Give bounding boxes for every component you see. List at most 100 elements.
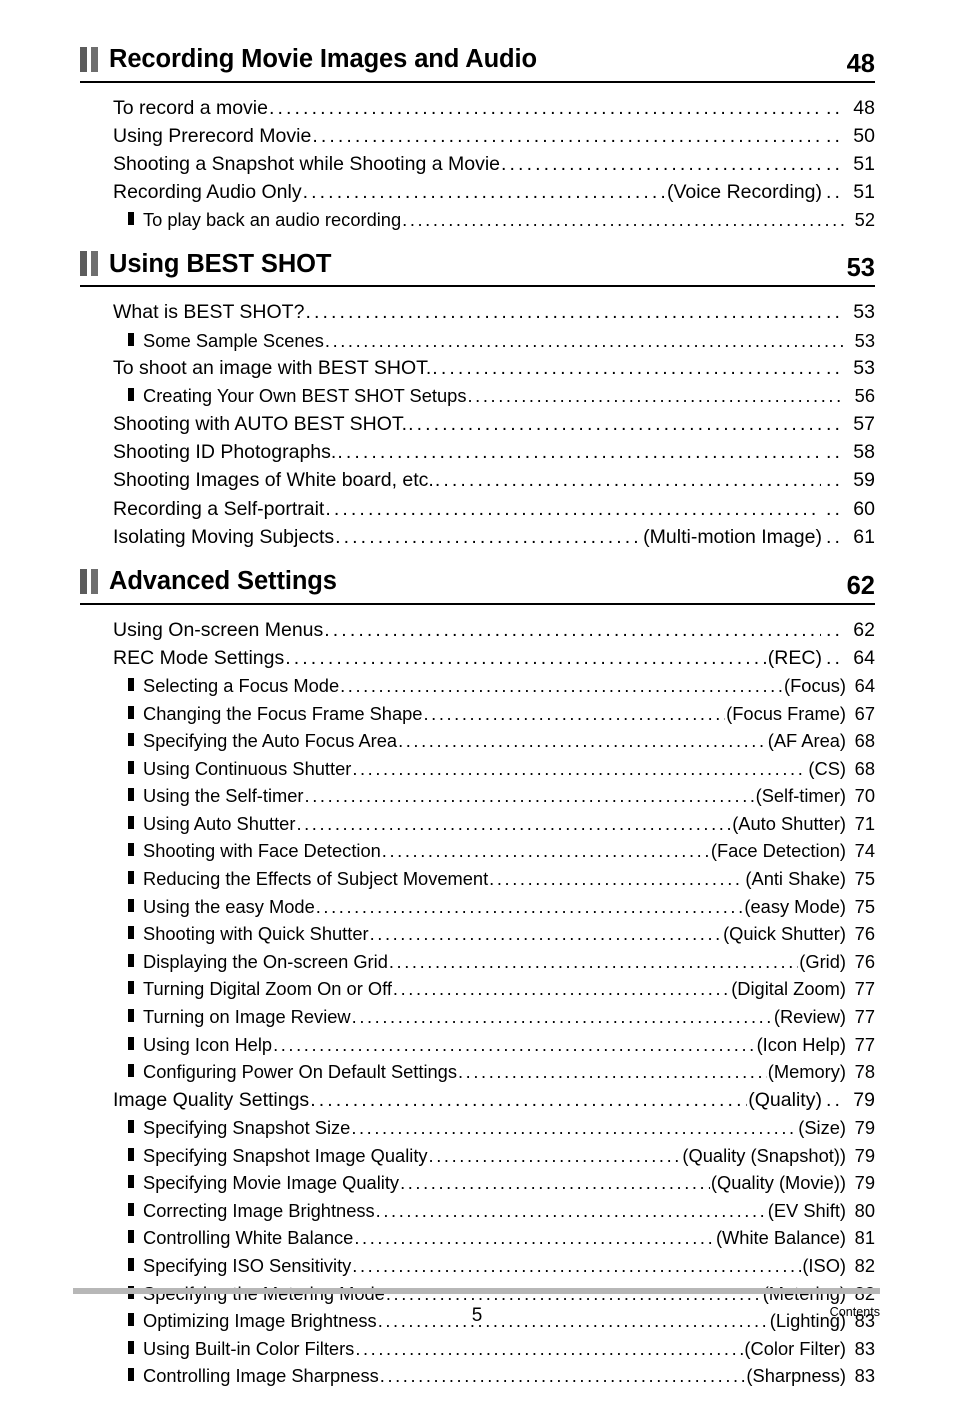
toc-entry[interactable]: Shooting with Quick Shutter.............… — [80, 920, 875, 948]
toc-entry[interactable]: Specifying Movie Image Quality..........… — [80, 1169, 875, 1197]
toc-entry-page: 83 — [854, 1365, 875, 1387]
toc-entry[interactable]: Using Prerecord Movie...................… — [80, 122, 875, 150]
toc-entry-page: 70 — [854, 785, 875, 807]
toc-entry[interactable]: What is BEST SHOT?......................… — [80, 298, 875, 326]
toc-entry-label: Changing the Focus Frame Shape — [143, 702, 423, 724]
toc-entry[interactable]: Displaying the On-screen Grid...........… — [80, 948, 875, 976]
toc-entry-qualifier: (AF Area) — [767, 730, 846, 752]
bullet-icon — [128, 388, 134, 402]
leader-tail: .. — [825, 413, 843, 435]
toc-entry-page: 79 — [854, 1117, 875, 1139]
toc-entry-label: Turning on Image Review — [143, 1006, 351, 1028]
toc-entry[interactable]: Controlling Image Sharpness.............… — [80, 1362, 875, 1390]
toc-entry-list: To record a movie.......................… — [80, 94, 875, 234]
dot-leader: ........................................… — [434, 469, 821, 492]
toc-entry-page: 81 — [854, 1227, 875, 1249]
dot-leader: ........................................… — [302, 181, 666, 204]
toc-entry[interactable]: Shooting with Face Detection............… — [80, 837, 875, 865]
toc-entry-label: To shoot an image with BEST SHOT. — [113, 357, 432, 380]
toc-entry[interactable]: To record a movie.......................… — [80, 94, 875, 122]
toc-entry-label: REC Mode Settings — [113, 646, 285, 669]
toc-entry-page: 53 — [854, 329, 875, 351]
toc-entry[interactable]: Using On-screen Menus...................… — [80, 616, 875, 644]
toc-entry-qualifier: (Voice Recording) — [666, 181, 822, 204]
toc-entry[interactable]: Correcting Image Brightness.............… — [80, 1197, 875, 1225]
toc-entry-label: Specifying ISO Sensitivity — [143, 1255, 352, 1276]
toc-entry[interactable]: Turning on Image Review.................… — [80, 1003, 875, 1031]
toc-entry[interactable]: Shooting Images of White board, etc.....… — [80, 466, 875, 494]
toc-entry[interactable]: Turning Digital Zoom On or Off..........… — [80, 975, 875, 1003]
toc-entry[interactable]: Recording Audio Only....................… — [80, 178, 875, 206]
toc-entry[interactable]: To shoot an image with BEST SHOT........… — [80, 354, 875, 382]
toc-entry-label: Controlling Image Sharpness — [143, 1365, 379, 1387]
toc-entry[interactable]: Controlling White Balance...............… — [80, 1224, 875, 1252]
toc-entry-qualifier: (CS) — [808, 757, 846, 779]
toc-entry[interactable]: Using Continuous Shutter................… — [80, 755, 875, 783]
dot-leader: ........................................… — [458, 1061, 767, 1083]
toc-entry-list: Using On-screen Menus...................… — [80, 616, 875, 1390]
toc-entry[interactable]: Specifying ISO Sensitivity..............… — [80, 1252, 875, 1280]
leader-tail: .. — [825, 181, 843, 204]
toc-entry[interactable]: Creating Your Own BEST SHOT Setups......… — [80, 382, 875, 410]
toc-entry-qualifier: (Focus Frame) — [726, 702, 846, 724]
toc-entry[interactable]: Specifying the Auto Focus Area..........… — [80, 727, 875, 755]
toc-entry-page: 75 — [854, 868, 875, 890]
toc-entry[interactable]: REC Mode Settings.......................… — [80, 644, 875, 672]
toc-section: Using BEST SHOT 53 What is BEST SHOT?.....… — [80, 249, 875, 551]
toc-entry[interactable]: Isolating Moving Subjects...............… — [80, 523, 875, 551]
toc-entry-page: 56 — [854, 385, 875, 407]
toc-entry[interactable]: Using the easy Mode.....................… — [80, 893, 875, 921]
dot-leader: ........................................… — [379, 1365, 746, 1387]
toc-entry-label: Recording Audio Only — [113, 181, 302, 204]
section-page-number: 48 — [846, 49, 875, 78]
toc-entry[interactable]: To play back an audio recording.........… — [80, 206, 875, 234]
toc-entry[interactable]: Some Sample Scenes......................… — [80, 327, 875, 355]
toc-entry-page: 59 — [853, 469, 875, 492]
bullet-icon — [128, 788, 134, 802]
dot-leader: ........................................… — [325, 497, 821, 520]
toc-entry-page: 61 — [853, 525, 875, 548]
toc-entry-page: 76 — [854, 950, 875, 972]
section-heading[interactable]: Advanced Settings 62 — [80, 566, 875, 603]
toc-entry-qualifier: (Color Filter) — [744, 1337, 846, 1359]
toc-entry-qualifier: (Memory) — [767, 1061, 846, 1083]
toc-entry-page: 79 — [854, 1144, 875, 1166]
dot-leader: ........................................… — [392, 978, 731, 1000]
toc-entry-label: Using Icon Help — [143, 1033, 273, 1055]
toc-entry[interactable]: Shooting a Snapshot while Shooting a Mov… — [80, 150, 875, 178]
section-title: Using BEST SHOT — [109, 249, 332, 278]
dot-leader: ........................................… — [352, 757, 807, 779]
toc-entry[interactable]: Changing the Focus Frame Shape..........… — [80, 700, 875, 728]
dot-leader: ........................................… — [304, 785, 755, 807]
section-heading[interactable]: Recording Movie Images and Audio 48 — [80, 44, 875, 81]
leader-tail: .. — [825, 357, 843, 380]
toc-entry[interactable]: Using Built-in Color Filters............… — [80, 1335, 875, 1363]
toc-entry[interactable]: Specifying Snapshot Size................… — [80, 1114, 875, 1142]
toc-entry[interactable]: Using Auto Shutter......................… — [80, 810, 875, 838]
section-heading[interactable]: Using BEST SHOT 53 — [80, 249, 875, 286]
toc-entry-qualifier: (Icon Help) — [756, 1033, 846, 1055]
footer-page-number: 5 — [471, 1305, 483, 1326]
toc-entry-qualifier: (Quality (Movie)) — [710, 1172, 846, 1194]
toc-entry[interactable]: Shooting ID Photographs.................… — [80, 438, 875, 466]
dot-leader: ........................................… — [489, 868, 744, 890]
toc-entry-list: What is BEST SHOT?......................… — [80, 298, 875, 551]
toc-entry[interactable]: Using Icon Help.........................… — [80, 1031, 875, 1059]
section-title: Advanced Settings — [109, 567, 337, 596]
section-rule — [80, 285, 875, 288]
toc-entry[interactable]: Reducing the Effects of Subject Movement… — [80, 865, 875, 893]
toc-entry-label: Using On-screen Menus — [113, 618, 324, 641]
toc-entry-page: 67 — [854, 702, 875, 724]
toc-entry[interactable]: Using the Self-timer....................… — [80, 782, 875, 810]
leader-tail: .. — [825, 152, 843, 175]
toc-entry[interactable]: Shooting with AUTO BEST SHOT............… — [80, 410, 875, 438]
toc-entry[interactable]: Configuring Power On Default Settings...… — [80, 1058, 875, 1086]
toc-entry-label: Controlling White Balance — [143, 1227, 354, 1249]
toc-entry[interactable]: Specifying Snapshot Image Quality.......… — [80, 1142, 875, 1170]
toc-section: Recording Movie Images and Audio 48 To rec… — [80, 44, 875, 234]
bullet-icon — [128, 733, 134, 747]
toc-entry[interactable]: Selecting a Focus Mode..................… — [80, 672, 875, 700]
toc-entry[interactable]: Image Quality Settings..................… — [80, 1086, 875, 1114]
double-bar-icon — [80, 568, 99, 594]
toc-entry[interactable]: Recording a Self-portrait...............… — [80, 495, 875, 523]
